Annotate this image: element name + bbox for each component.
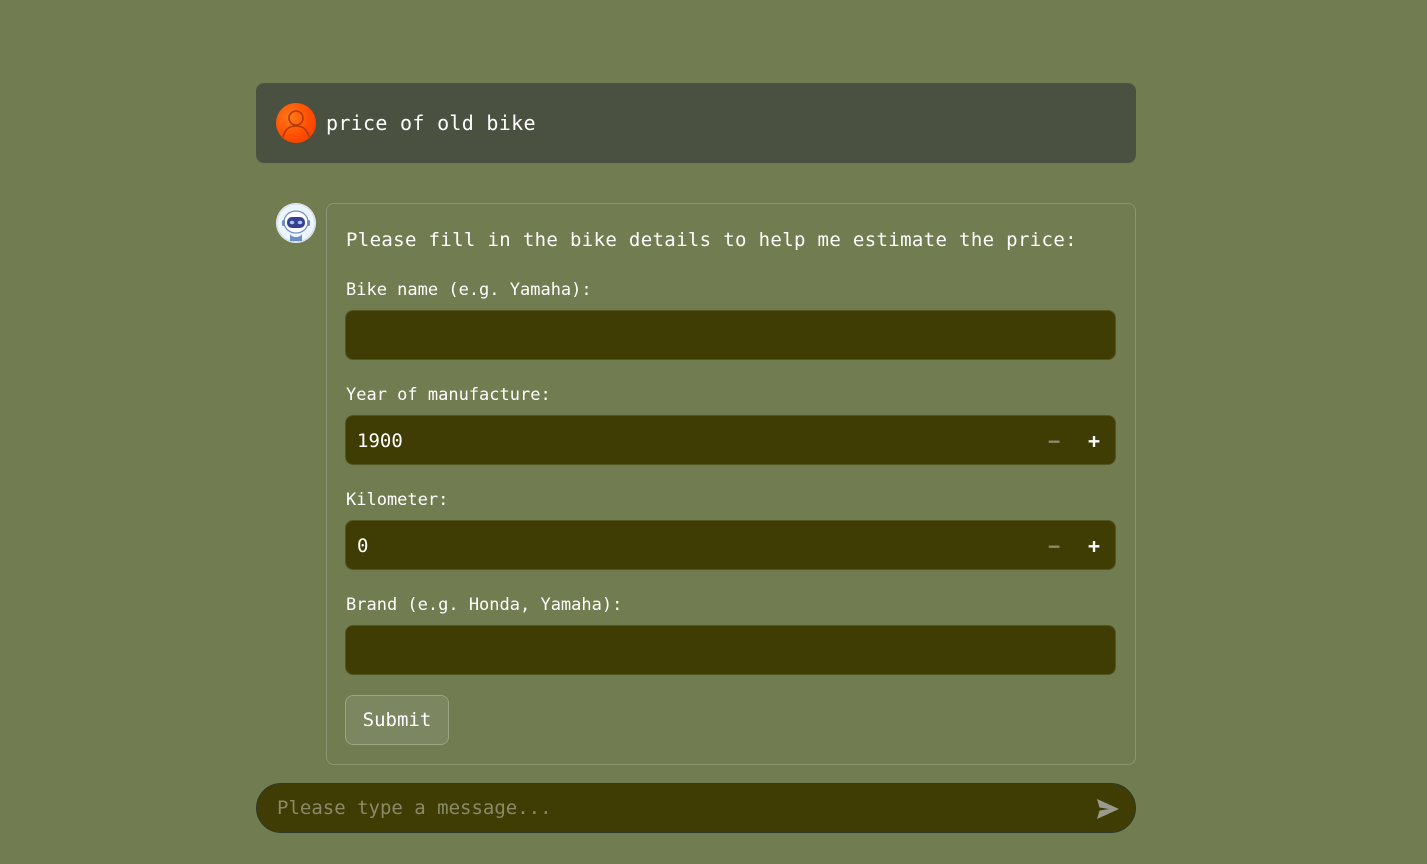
bike-name-input[interactable] <box>346 311 1115 359</box>
user-message: price of old bike <box>256 83 1136 163</box>
submit-button[interactable]: Submit <box>345 695 449 745</box>
kilometer-value[interactable]: 0 <box>357 534 368 558</box>
brand-label: Brand (e.g. Honda, Yamaha): <box>346 595 623 615</box>
year-stepper[interactable]: 1900 − + <box>345 415 1116 465</box>
message-composer <box>256 783 1136 833</box>
bot-message-card: Please fill in the bike details to help … <box>326 203 1136 765</box>
bot-avatar <box>276 203 316 243</box>
kilometer-stepper[interactable]: 0 − + <box>345 520 1116 570</box>
brand-input[interactable] <box>346 626 1115 674</box>
kilometer-increment-button[interactable]: + <box>1084 534 1104 558</box>
send-button[interactable] <box>1095 797 1121 821</box>
bot-intro-text: Please fill in the bike details to help … <box>346 229 1077 251</box>
send-icon <box>1097 799 1119 819</box>
bike-name-label: Bike name (e.g. Yamaha): <box>346 280 592 300</box>
year-increment-button[interactable]: + <box>1084 429 1104 453</box>
user-icon <box>282 110 310 138</box>
robot-icon <box>276 203 316 243</box>
message-input[interactable] <box>277 796 1077 820</box>
year-decrement-button[interactable]: − <box>1044 429 1064 453</box>
user-avatar <box>276 103 316 143</box>
kilometer-decrement-button[interactable]: − <box>1044 534 1064 558</box>
year-value[interactable]: 1900 <box>357 429 403 453</box>
kilometer-label: Kilometer: <box>346 490 449 510</box>
user-message-text: price of old bike <box>326 111 536 135</box>
bike-name-field-container <box>345 310 1116 360</box>
year-label: Year of manufacture: <box>346 385 551 405</box>
brand-field-container <box>345 625 1116 675</box>
